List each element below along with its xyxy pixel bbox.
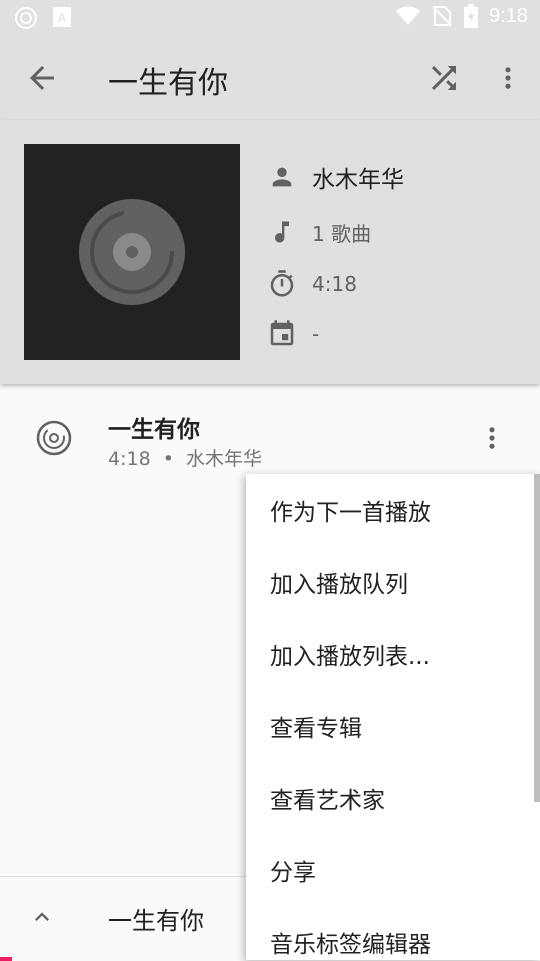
back-arrow-icon[interactable]: [24, 60, 60, 96]
mini-player-title: 一生有你: [108, 907, 204, 935]
song-count-row: 1 歌曲: [266, 216, 371, 248]
menu-item-add-to-playlist[interactable]: 加入播放列表...: [246, 618, 540, 690]
timer-icon: [270, 270, 294, 297]
song-context-menu: 作为下一首播放 加入播放队列 加入播放列表... 查看专辑 查看艺术家 分享 音…: [246, 474, 540, 960]
separator-dot: •: [162, 448, 174, 470]
menu-scrollbar[interactable]: [534, 474, 540, 802]
song-title: 一生有你: [108, 417, 200, 443]
no-sim-icon: [432, 6, 452, 26]
menu-item-label: 作为下一首播放: [270, 500, 431, 526]
menu-item-label: 加入播放列表...: [270, 644, 430, 670]
wifi-icon: [396, 6, 421, 25]
menu-item-go-to-artist[interactable]: 查看艺术家: [246, 762, 540, 834]
app-bar: 一生有你: [0, 36, 540, 120]
menu-item-play-next[interactable]: 作为下一首播放: [246, 474, 540, 546]
song-duration: 4:18: [108, 448, 151, 470]
year-row: -: [266, 318, 319, 350]
svg-text:A: A: [58, 11, 66, 25]
song-artist: 水木年华: [185, 448, 262, 470]
album-artist: 水木年华: [312, 167, 404, 193]
song-subtitle: 4:18 • 水木年华: [108, 444, 262, 471]
song-more-icon[interactable]: [478, 422, 506, 454]
album-artist-row[interactable]: 水木年华: [266, 160, 404, 194]
album-cover: [24, 144, 240, 360]
menu-item-label: 分享: [270, 860, 316, 886]
battery-icon: [464, 4, 479, 28]
song-count: 1 歌曲: [312, 221, 372, 246]
menu-item-share[interactable]: 分享: [246, 834, 540, 906]
playback-progress: [0, 957, 12, 961]
calendar-icon: [270, 320, 294, 346]
album-header: 水木年华 1 歌曲 4:18 -: [0, 120, 540, 384]
menu-item-label: 查看专辑: [270, 716, 362, 742]
song-list-item[interactable]: 一生有你 4:18 • 水木年华: [0, 392, 540, 484]
keyboard-icon: A: [53, 7, 71, 27]
shuffle-icon[interactable]: [424, 60, 464, 96]
status-bar: A 9:18: [0, 0, 540, 36]
duration-row: 4:18: [266, 268, 357, 300]
person-icon: [272, 167, 292, 187]
album-year: -: [312, 322, 320, 346]
menu-item-label: 加入播放队列: [270, 572, 408, 598]
status-time: 9:18: [489, 4, 528, 27]
page-title: 一生有你: [108, 66, 228, 101]
menu-item-label: 音乐标签编辑器: [270, 932, 431, 958]
chevron-up-icon[interactable]: [28, 903, 56, 931]
disc-icon: [36, 420, 72, 456]
menu-item-label: 查看艺术家: [270, 788, 385, 814]
vinyl-icon: [79, 199, 185, 305]
music-note-icon: [275, 221, 289, 243]
more-vert-icon[interactable]: [494, 60, 522, 96]
album-duration: 4:18: [312, 272, 357, 296]
menu-item-add-to-queue[interactable]: 加入播放队列: [246, 546, 540, 618]
sync-icon: [15, 7, 37, 29]
menu-item-go-to-album[interactable]: 查看专辑: [246, 690, 540, 762]
menu-item-tag-editor[interactable]: 音乐标签编辑器: [246, 906, 540, 960]
